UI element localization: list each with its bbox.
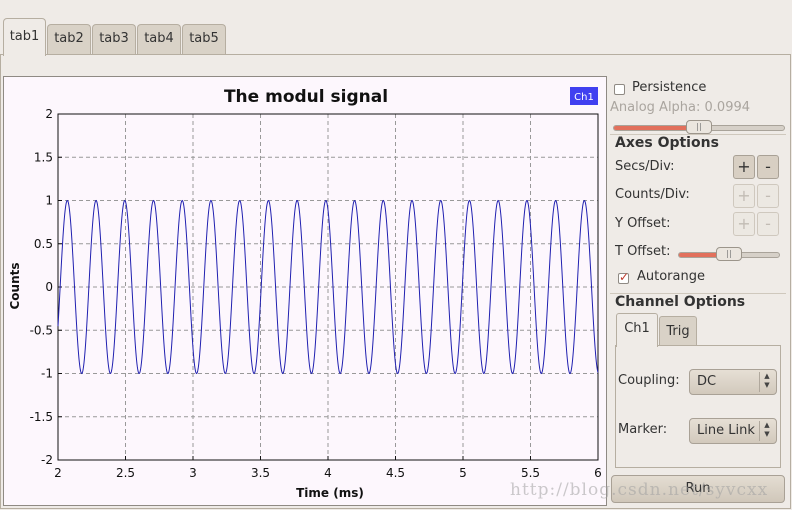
y-offset-label: Y Offset: bbox=[615, 216, 671, 231]
tab-tab1[interactable]: tab1 bbox=[3, 18, 46, 56]
y-tick-label: -0.5 bbox=[30, 323, 53, 337]
coupling-value: DC bbox=[697, 374, 717, 389]
y-tick-label: 1 bbox=[45, 194, 53, 208]
counts-div-minus-button[interactable]: - bbox=[757, 184, 779, 208]
plot-area[interactable]: The modul signal Ch1 2 2.5 3 3.5 4 4.5 5 5.5 6 2 1… bbox=[3, 76, 607, 506]
y-tick-label: 1.5 bbox=[34, 150, 53, 164]
persistence-label: Persistence bbox=[632, 80, 707, 95]
channel-options-panel bbox=[615, 345, 781, 468]
t-offset-handle[interactable]: || bbox=[716, 247, 742, 261]
spin-arrows-icon: ▲ ▼ bbox=[759, 372, 774, 392]
secs-div-minus-button[interactable]: - bbox=[757, 155, 779, 179]
tab-tab5[interactable]: tab5 bbox=[182, 24, 226, 54]
y-axis-label: Counts bbox=[8, 262, 22, 309]
y-tick-label: -2 bbox=[41, 453, 53, 467]
y-offset-minus-button[interactable]: - bbox=[757, 212, 779, 236]
grid bbox=[58, 114, 598, 460]
tab-tab4[interactable]: tab4 bbox=[137, 24, 181, 54]
y-tick-label: -1 bbox=[41, 367, 53, 381]
x-tick-label: 3.5 bbox=[251, 466, 270, 480]
x-tick-label: 4.5 bbox=[386, 466, 405, 480]
y-tick-label: 0.5 bbox=[34, 237, 53, 251]
channel-options-title: Channel Options bbox=[615, 294, 746, 310]
x-tick-label: 3 bbox=[189, 466, 197, 480]
x-tick-label: 4 bbox=[324, 466, 332, 480]
analog-alpha-slider[interactable]: || bbox=[613, 120, 785, 134]
legend-label: Ch1 bbox=[574, 92, 594, 103]
marker-select[interactable]: Line Link ▲ ▼ bbox=[689, 418, 777, 444]
y-offset-plus-button[interactable]: + bbox=[733, 212, 755, 236]
t-offset-label: T Offset: bbox=[615, 244, 671, 259]
axes-options-title: Axes Options bbox=[615, 135, 719, 151]
counts-div-label: Counts/Div: bbox=[615, 187, 690, 202]
axis-ticks: 2 2.5 3 3.5 4 4.5 5 5.5 6 2 1.5 1 0.5 0 -0.5 -1 -1.5 -2 bbox=[30, 107, 602, 480]
modul-signal-chart: The modul signal Ch1 2 2.5 3 3.5 4 4.5 5 5.5 6 2 1… bbox=[8, 87, 602, 500]
y-tick-label: 0 bbox=[45, 280, 53, 294]
secs-div-plus-button[interactable]: + bbox=[733, 155, 755, 179]
x-tick-label: 5 bbox=[459, 466, 467, 480]
tab-tab2[interactable]: tab2 bbox=[47, 24, 91, 54]
x-tick-label: 2.5 bbox=[116, 466, 135, 480]
x-tick-label: 6 bbox=[594, 466, 602, 480]
y-tick-label: -1.5 bbox=[30, 410, 53, 424]
x-tick-label: 2 bbox=[54, 466, 62, 480]
watermark: http://blog.csdn.net/syvcxx bbox=[510, 480, 769, 500]
secs-div-label: Secs/Div: bbox=[615, 159, 675, 174]
y-tick-label: 2 bbox=[45, 107, 53, 121]
autorange-label: Autorange bbox=[637, 269, 705, 284]
marker-label: Marker: bbox=[618, 422, 668, 437]
tab-trig[interactable]: Trig bbox=[659, 316, 697, 346]
x-axis-label: Time (ms) bbox=[296, 486, 364, 500]
counts-div-plus-button[interactable]: + bbox=[733, 184, 755, 208]
analog-alpha-label: Analog Alpha: 0.0994 bbox=[610, 100, 751, 115]
spin-arrows-icon: ▲ ▼ bbox=[759, 421, 774, 441]
analog-alpha-handle[interactable]: || bbox=[686, 120, 712, 134]
persistence-checkbox[interactable] bbox=[614, 84, 625, 95]
tab-tab3[interactable]: tab3 bbox=[92, 24, 136, 54]
chart-title: The modul signal bbox=[224, 87, 388, 107]
marker-value: Line Link bbox=[697, 423, 755, 438]
x-tick-label: 5.5 bbox=[521, 466, 540, 480]
t-offset-slider[interactable]: || bbox=[678, 247, 780, 261]
coupling-select[interactable]: DC ▲ ▼ bbox=[689, 369, 777, 395]
coupling-label: Coupling: bbox=[618, 373, 680, 388]
tab-ch1[interactable]: Ch1 bbox=[616, 313, 658, 347]
autorange-checkbox[interactable] bbox=[618, 270, 629, 284]
